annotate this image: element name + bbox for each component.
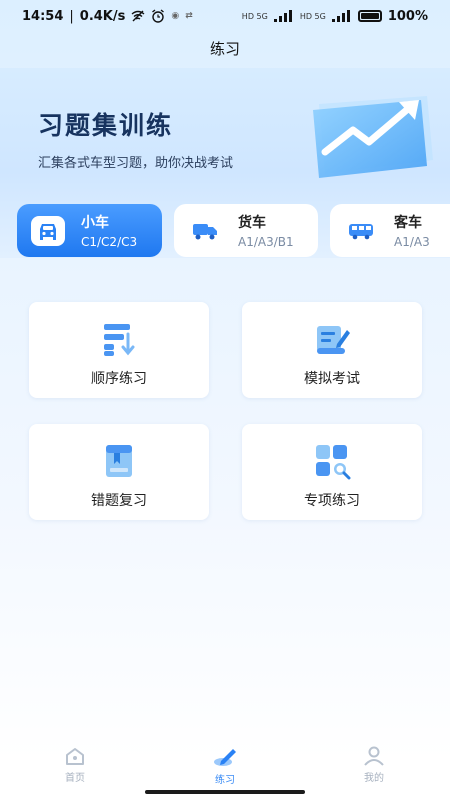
hero-subtitle: 汇集各式车型习题，助你决战考试	[38, 156, 234, 171]
wrong-questions-book-icon	[106, 445, 132, 477]
mock-exam-icon	[317, 326, 350, 354]
nav-practice-label: 练习	[215, 775, 235, 786]
nav-home[interactable]: 首页	[45, 746, 105, 784]
status-net-speed: 0.4K/s	[79, 8, 126, 24]
status-bar: 14:54 | 0.4K/s ◉ ⇄ HD 5G HD 5G 100%	[22, 8, 428, 24]
battery-level: 100%	[387, 8, 428, 24]
nav-home-label: 首页	[65, 773, 85, 784]
tab-car-name: 小车	[81, 215, 109, 231]
mock-exam-label: 模拟考试	[304, 371, 360, 387]
signal-1-icon	[273, 10, 294, 22]
tab-bus-name: 客车	[394, 215, 422, 231]
wifi-off-icon	[131, 10, 145, 22]
vehicle-type-tabs: 小车 C1/C2/C3 货车 A1/A3/B1 客车 A1/A3	[0, 204, 450, 260]
sim1-label: HD 5G	[241, 11, 268, 21]
practice-page: 14:54 | 0.4K/s ◉ ⇄ HD 5G HD 5G 100% 练习 习…	[0, 0, 450, 800]
special-practice-card[interactable]: 专项练习	[242, 424, 422, 520]
home-icon	[66, 748, 84, 765]
profile-icon	[364, 746, 384, 766]
nav-profile[interactable]: 我的	[344, 746, 404, 784]
sequential-practice-label: 顺序练习	[91, 371, 147, 387]
tab-car-code: C1/C2/C3	[81, 235, 138, 249]
special-practice-label: 专项练习	[304, 493, 360, 509]
sequential-list-icon	[104, 324, 135, 356]
tab-bus-code: A1/A3	[394, 235, 430, 249]
car-icon	[31, 215, 65, 246]
tab-truck-name: 货车	[238, 215, 266, 231]
tab-truck[interactable]: 货车 A1/A3/B1	[174, 204, 318, 257]
tab-truck-code: A1/A3/B1	[238, 235, 294, 249]
home-indicator[interactable]	[145, 790, 305, 794]
signal-2-icon	[331, 10, 352, 22]
mock-exam-card[interactable]: 模拟考试	[242, 302, 422, 398]
wrong-questions-label: 错题复习	[91, 493, 147, 509]
notification-dot-icon: ◉	[171, 11, 180, 21]
practice-pencil-icon	[214, 749, 236, 766]
status-time: 14:54	[22, 8, 64, 24]
sim2-label: HD 5G	[299, 11, 326, 21]
bus-icon	[344, 216, 378, 246]
page-title: 练习	[209, 40, 240, 58]
special-topics-icon	[316, 445, 351, 480]
truck-icon	[188, 216, 222, 246]
sequential-practice-card[interactable]: 顺序练习	[29, 302, 209, 398]
wrong-questions-card[interactable]: 错题复习	[29, 424, 209, 520]
nav-practice[interactable]: 练习	[195, 746, 255, 786]
tab-car[interactable]: 小车 C1/C2/C3	[17, 204, 162, 257]
tab-bus[interactable]: 客车 A1/A3	[330, 204, 450, 257]
hero-title: 习题集训练	[38, 111, 174, 140]
trend-card-illustration	[313, 96, 433, 178]
alarm-icon	[152, 9, 165, 23]
nav-profile-label: 我的	[364, 773, 384, 784]
battery-icon	[357, 10, 382, 22]
signal-arrows-icon: ⇄	[185, 11, 193, 21]
